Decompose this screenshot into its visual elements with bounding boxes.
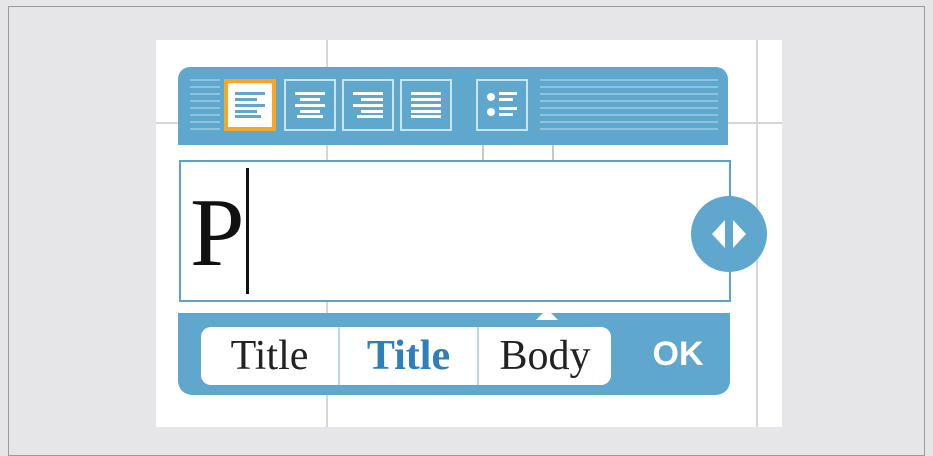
align-left-button[interactable] — [224, 79, 276, 131]
align-center-button[interactable] — [284, 79, 336, 131]
text-cursor — [246, 168, 249, 294]
resize-handle[interactable] — [691, 196, 767, 272]
align-right-button[interactable] — [342, 79, 394, 131]
left-right-arrows-icon — [712, 220, 746, 248]
bullet-list-icon — [487, 92, 517, 116]
align-left-icon — [235, 92, 265, 118]
editor-text: P — [190, 179, 245, 287]
ok-button[interactable]: OK — [638, 330, 718, 378]
toolbar-texture — [540, 79, 718, 135]
picker-pointer — [536, 309, 558, 320]
style-segmented-control: Title Title Body — [201, 327, 611, 385]
align-center-icon — [295, 92, 325, 118]
align-justify-button[interactable] — [400, 79, 452, 131]
style-option-title[interactable]: Title — [201, 327, 338, 385]
align-justify-icon — [411, 92, 441, 118]
text-edit-box[interactable] — [179, 160, 731, 302]
style-option-body[interactable]: Body — [477, 327, 611, 385]
align-right-icon — [353, 92, 383, 118]
bullet-list-button[interactable] — [476, 79, 528, 131]
style-option-title-bold[interactable]: Title — [338, 327, 477, 385]
formatting-toolbar — [178, 67, 728, 145]
toolbar-texture — [190, 79, 220, 135]
